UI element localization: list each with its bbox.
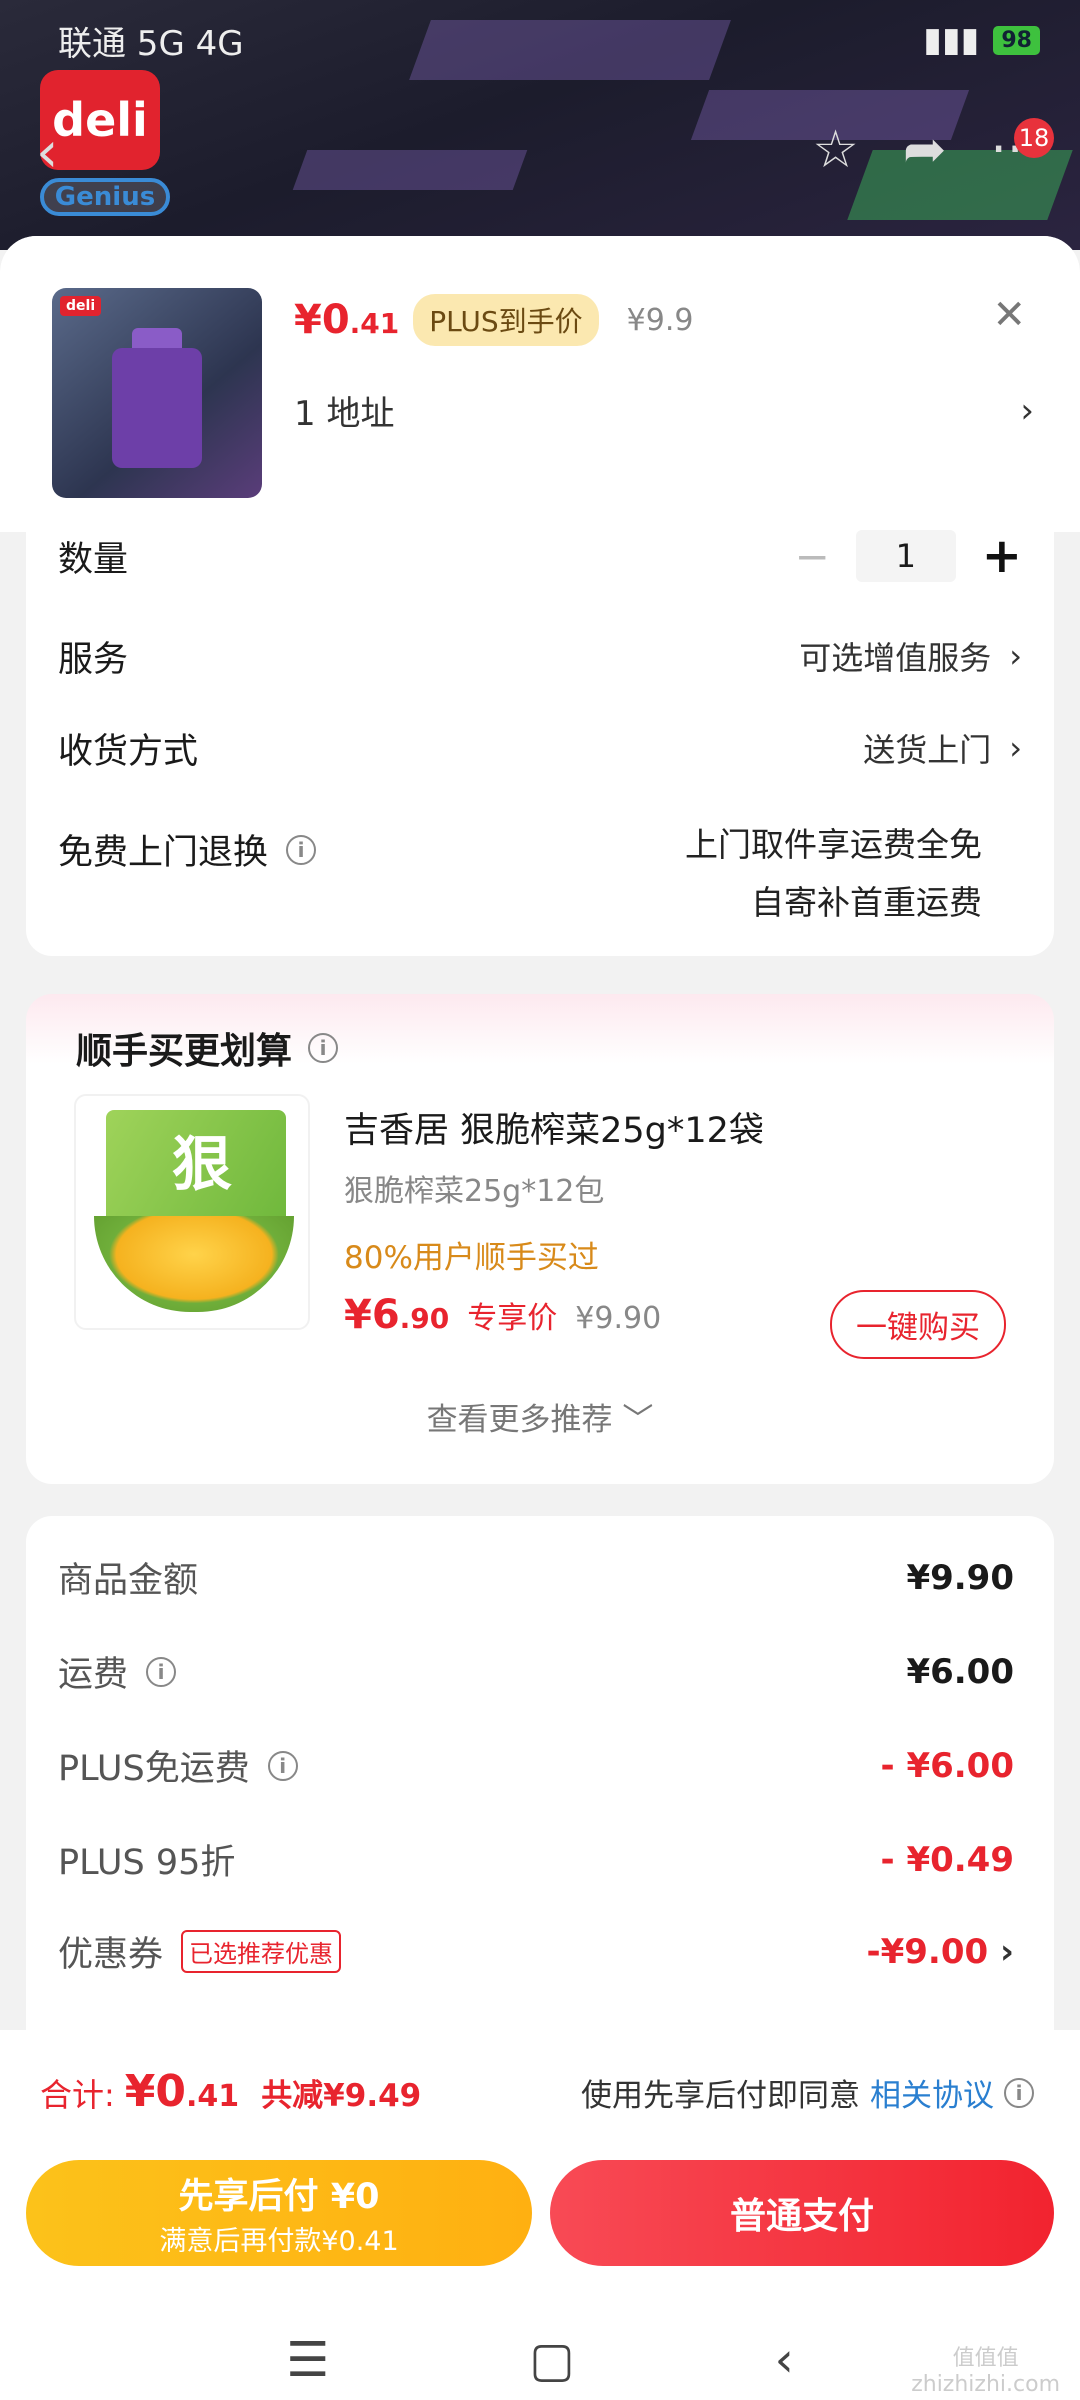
recommend-product-spec: 狠脆榨菜25g*12包 (344, 1174, 605, 1209)
brand-logo-bottom: Genius (40, 178, 170, 216)
plus-discount-value: - ¥0.49 (880, 1839, 1015, 1880)
thumb-brand-logo: deli (60, 296, 102, 316)
free-return-label: 免费上门退换 i (58, 824, 317, 875)
shipping-label: 运费 i (58, 1646, 177, 1697)
quantity-row: 数量 − 1 + (58, 526, 1022, 586)
product-thumbnail: deli (52, 288, 262, 498)
chevron-right-icon: › (999, 1931, 1014, 1972)
watermark: 值值值 zhizhizhi.com (911, 2346, 1060, 2397)
delivery-row[interactable]: 收货方式 送货上门 › (58, 718, 1022, 778)
carrier-text: 联通 5G 4G (58, 23, 244, 64)
chevron-right-icon: › (1020, 390, 1034, 431)
shipping-row: 运费 i ¥6.00 (58, 1646, 1014, 1697)
recommend-title: 顺手买更划算 i (76, 1022, 339, 1074)
price-row: ¥0.41 PLUS到手价 ¥9.9 (294, 294, 693, 346)
quantity-label: 数量 (58, 539, 129, 580)
plus-price-tag: PLUS到手价 (413, 294, 599, 346)
normal-pay-button[interactable]: 普通支付 (550, 2160, 1054, 2266)
back-arrow-icon[interactable]: ‹ (36, 120, 58, 185)
recommend-product-tag: 80%用户顺手买过 (344, 1240, 599, 1276)
plus-icon[interactable]: + (982, 528, 1022, 584)
total-amount: 合计: ¥0.41 共减¥9.49 (40, 2066, 422, 2117)
service-value: 可选增值服务 › (799, 637, 1022, 677)
coupon-row[interactable]: 优惠券 已选推荐优惠 -¥9.00 › (58, 1926, 1014, 1977)
quantity-value[interactable]: 1 (855, 530, 956, 582)
address-selector[interactable]: 1 地址 › (294, 386, 1034, 435)
status-bar: 联通 5G 4G ▮▮▮ 98 (0, 0, 1080, 80)
plus-shipping-value: - ¥6.00 (880, 1745, 1015, 1786)
pay-later-button[interactable]: 先享后付 ¥0 满意后再付款¥0.41 (26, 2160, 532, 2266)
favorite-star-icon[interactable]: ☆ (812, 120, 859, 180)
chevron-right-icon: › (1009, 637, 1022, 675)
free-return-value: 上门取件享运费全免 自寄补首重运费 (685, 825, 982, 922)
service-row[interactable]: 服务 可选增值服务 › (58, 626, 1022, 686)
coupon-value: -¥9.00 › (866, 1931, 1014, 1972)
chevron-right-icon: › (1009, 729, 1022, 767)
back-triangle-icon[interactable]: ‹ (775, 2332, 794, 2388)
info-icon[interactable]: i (1004, 2077, 1034, 2108)
price-final: ¥0.41 (294, 297, 400, 343)
plus-shipping-label: PLUS免运费 i (58, 1740, 298, 1791)
minus-icon[interactable]: − (795, 532, 830, 581)
quantity-stepper: − 1 + (795, 528, 1022, 584)
top-nav-actions: ☆ ➦ ··· (812, 120, 1040, 180)
address-text: 1 地址 (294, 394, 395, 434)
free-return-row: 免费上门退换 i 上门取件享运费全免 自寄补首重运费 (58, 816, 1022, 936)
sheet-header: deli ¥0.41 PLUS到手价 ¥9.9 ✕ 1 地址 › (0, 236, 1080, 532)
shipping-value: ¥6.00 (906, 1651, 1014, 1692)
info-icon[interactable]: i (286, 834, 317, 865)
goods-amount-label: 商品金额 (58, 1561, 199, 1601)
order-options-card: 数量 − 1 + 服务 可选增值服务 › 收货方式 送货上门 › 免费上门退换 i 上… (26, 526, 1054, 956)
delivery-label: 收货方式 (58, 731, 199, 772)
info-icon[interactable]: i (146, 1656, 177, 1687)
goods-amount-value: ¥9.90 (906, 1557, 1014, 1598)
recommend-product-name[interactable]: 吉香居 狠脆榨菜25g*12袋 (344, 1102, 764, 1153)
info-icon[interactable]: i (308, 1033, 339, 1063)
service-label: 服务 (58, 639, 129, 680)
signal-icon: ▮▮▮ (923, 20, 980, 60)
one-click-buy-button[interactable]: 一键购买 (830, 1290, 1006, 1359)
recommend-product-price: ¥6.90 专享价 ¥9.90 (344, 1292, 662, 1338)
recommend-card: 顺手买更划算 i 狠 吉香居 狠脆榨菜25g*12袋 狠脆榨菜25g*12包 8… (26, 994, 1054, 1484)
coupon-chip: 已选推荐优惠 (181, 1930, 342, 1973)
message-badge: 18 (1014, 118, 1054, 158)
battery-indicator: 98 (993, 25, 1040, 55)
goods-amount-row: 商品金额 ¥9.90 (58, 1552, 1014, 1603)
home-square-icon[interactable]: ▢ (529, 2332, 574, 2388)
brand-logo: deli Genius (40, 70, 180, 220)
close-icon[interactable]: ✕ (992, 292, 1026, 338)
price-original: ¥9.9 (626, 302, 694, 338)
coupon-label: 优惠券 已选推荐优惠 (58, 1926, 342, 1977)
agreement-link[interactable]: 相关协议 (870, 2070, 994, 2115)
see-more-recommend-link[interactable]: 查看更多推荐 ﹀ (26, 1394, 1054, 1439)
delivery-value: 送货上门 › (863, 729, 1022, 769)
share-icon[interactable]: ➦ (903, 120, 947, 180)
agreement-text: 使用先享后付即同意 相关协议 i (581, 2070, 1034, 2115)
menu-icon[interactable]: ☰ (286, 2332, 329, 2388)
plus-discount-row: PLUS 95折 - ¥0.49 (58, 1834, 1014, 1885)
info-icon[interactable]: i (267, 1750, 298, 1781)
plus-discount-label: PLUS 95折 (58, 1843, 236, 1883)
recommend-product-image[interactable]: 狠 (74, 1094, 310, 1330)
plus-shipping-row: PLUS免运费 i - ¥6.00 (58, 1740, 1014, 1791)
